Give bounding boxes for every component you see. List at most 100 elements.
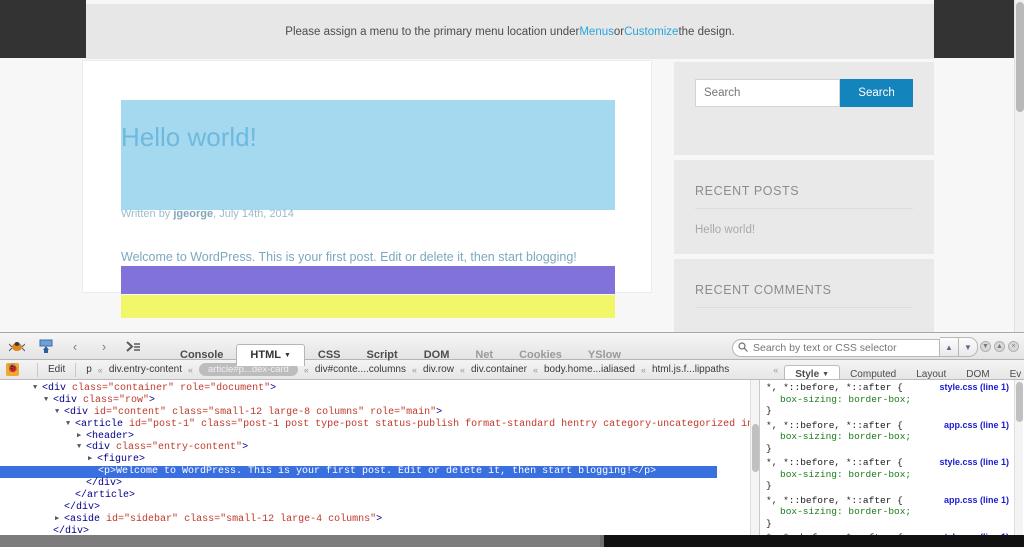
css-declaration[interactable]: box-sizing: border-box; [766, 431, 1023, 443]
side-tab-label: Ev [1009, 368, 1022, 380]
tab-yslow[interactable]: YSlow [575, 345, 634, 366]
html-tree-node[interactable]: ▼ <div class="container" role="document"> [0, 383, 759, 395]
html-tree-node[interactable]: </article> [0, 490, 759, 502]
css-value[interactable]: border-box; [848, 431, 911, 442]
css-source-link[interactable]: app.css (line 1) [944, 420, 1009, 432]
html-tree-node[interactable]: ▶ <figure> [0, 454, 759, 466]
tree-twisty-icon[interactable]: ▼ [44, 395, 53, 407]
tab-script[interactable]: Script [354, 345, 411, 366]
prev-icon[interactable]: ‹ [67, 339, 83, 354]
css-vscroll-thumb[interactable] [1016, 382, 1023, 422]
side-tab-layout[interactable]: Layout [906, 366, 956, 380]
search-prev-button[interactable]: ▲ [940, 337, 959, 357]
css-declaration[interactable]: box-sizing: border-box; [766, 394, 1023, 406]
html-tree-node[interactable]: </div> [0, 502, 759, 514]
tab-net[interactable]: Net [462, 345, 506, 366]
search-input[interactable] [695, 79, 840, 107]
html-tree-node[interactable]: ▼ <div class="row"> [0, 395, 759, 407]
search-next-button[interactable]: ▼ [959, 337, 978, 357]
html-tree-panel[interactable]: ▼ <div class="container" role="document">… [0, 380, 760, 547]
os-taskbar [0, 535, 1024, 547]
devtools-search-input[interactable] [732, 338, 940, 357]
side-panel-tab-bar: Style▼ComputedLayoutDOMEv▶ [784, 360, 1024, 380]
breadcrumb-item[interactable]: div.container [471, 364, 527, 375]
inspect-icon[interactable] [38, 339, 54, 354]
inspector-content-highlight [121, 100, 615, 210]
post-title[interactable]: Hello world! [121, 122, 615, 153]
tab-dom[interactable]: DOM [411, 345, 463, 366]
console-icon[interactable] [125, 339, 141, 354]
tree-twisty-icon[interactable]: ▶ [88, 454, 97, 466]
html-vertical-scrollbar[interactable] [750, 380, 759, 547]
tab-label: Script [366, 348, 398, 361]
breadcrumb-separator: « [532, 364, 538, 375]
recent-posts-title: RECENT POSTS [695, 184, 800, 198]
side-tab-style[interactable]: Style ▼ [784, 364, 841, 379]
html-tree-node[interactable]: ▼ <article id="post-1" class="post-1 post… [0, 419, 759, 431]
close-icon[interactable]: × [1008, 341, 1019, 352]
side-tab-ev[interactable]: Ev [1000, 366, 1024, 380]
breadcrumb-item[interactable]: p [86, 364, 92, 375]
html-tree-node[interactable]: <p>Welcome to WordPress. This is your fi… [0, 466, 759, 479]
html-tree-node[interactable]: ▶ <header> [0, 431, 759, 443]
next-icon[interactable]: › [96, 339, 112, 354]
page-scrollbar-thumb[interactable] [1016, 2, 1024, 112]
browser-page-viewport: Please assign a menu to the primary menu… [0, 0, 1024, 332]
html-vscroll-thumb[interactable] [752, 424, 759, 472]
css-rule[interactable]: *, *::before, *::after {box-sizing: bord… [760, 493, 1023, 531]
breadcrumb-item[interactable]: div.entry-content [109, 364, 182, 375]
tree-twisty-icon[interactable]: ▶ [77, 431, 86, 443]
page-vertical-scrollbar[interactable] [1014, 0, 1024, 332]
breadcrumb-separator: « [412, 364, 418, 375]
post-content-card: Hello world! Written by jgeorge, July 14… [82, 60, 652, 318]
css-rule[interactable]: *, *::before, *::after {box-sizing: bord… [760, 380, 1023, 418]
edit-button[interactable]: Edit [48, 364, 65, 375]
search-button[interactable]: Search [840, 79, 913, 107]
css-rule[interactable]: *, *::before, *::after {box-sizing: bord… [760, 418, 1023, 456]
crumb-divider [75, 362, 77, 377]
devtools-window-buttons: ▼ ▲ × [980, 341, 1019, 352]
css-value[interactable]: border-box; [848, 394, 911, 405]
breadcrumb-item[interactable]: div.row [423, 364, 454, 375]
tree-twisty-icon[interactable]: ▼ [55, 407, 64, 419]
css-source-link[interactable]: style.css (line 1) [939, 382, 1009, 394]
post-author[interactable]: jgeorge [173, 208, 213, 220]
css-value[interactable]: border-box; [848, 469, 911, 480]
breadcrumb-item[interactable]: body.home...ialiased [544, 364, 635, 375]
html-tree-node[interactable]: ▶ <aside id="sidebar" class="small-12 lar… [0, 514, 759, 526]
side-tab-dom[interactable]: DOM [956, 366, 999, 380]
sidebar-widget-search: Search [674, 62, 934, 155]
customize-link[interactable]: Customize [624, 26, 678, 38]
breadcrumb-item[interactable]: html.js.f...lippaths [652, 364, 729, 375]
tab-cookies[interactable]: Cookies [506, 345, 575, 366]
breadcrumb-item[interactable]: div#conte....columns [315, 364, 406, 375]
recent-post-link[interactable]: Hello world! [695, 224, 755, 236]
side-tab-computed[interactable]: Computed [840, 366, 906, 380]
tree-twisty-icon[interactable]: ▼ [66, 419, 75, 431]
html-tree-node[interactable]: ▼ <div id="content" class="small-12 large… [0, 407, 759, 419]
firebug-icon[interactable] [8, 339, 26, 354]
html-tree-node[interactable]: </div> [0, 478, 759, 490]
css-source-link[interactable]: app.css (line 1) [944, 495, 1009, 507]
css-style-panel[interactable]: *, *::before, *::after {box-sizing: bord… [760, 380, 1023, 547]
firebug-devtools-panel: ‹ › Console HTML ▼ CSS Script DOM Net Cookies YS… [0, 332, 1024, 547]
css-value[interactable]: border-box; [848, 506, 911, 517]
css-declaration[interactable]: box-sizing: border-box; [766, 469, 1023, 481]
minimize-button[interactable]: ▼ [980, 341, 991, 352]
menus-link[interactable]: Menus [579, 26, 614, 38]
sidebar-widget-recent-posts: RECENT POSTS Hello world! [674, 160, 934, 254]
html-tree-node[interactable]: ▼ <div class="entry-content"> [0, 442, 759, 454]
post-meta-date: , July 14th, 2014 [213, 208, 294, 220]
tree-twisty-icon[interactable]: ▼ [77, 442, 86, 454]
tree-twisty-icon[interactable]: ▶ [55, 514, 64, 526]
css-vertical-scrollbar[interactable] [1014, 380, 1023, 547]
tab-html[interactable]: HTML ▼ [236, 343, 305, 366]
tab-console[interactable]: Console [167, 345, 236, 366]
tab-css[interactable]: CSS [305, 345, 354, 366]
breadcrumb-separator: « [640, 364, 646, 375]
css-source-link[interactable]: style.css (line 1) [939, 457, 1009, 469]
css-rule[interactable]: *, *::before, *::after {box-sizing: bord… [760, 455, 1023, 493]
tree-twisty-icon[interactable]: ▼ [33, 383, 42, 395]
detach-button[interactable]: ▲ [994, 341, 1005, 352]
css-declaration[interactable]: box-sizing: border-box; [766, 506, 1023, 518]
